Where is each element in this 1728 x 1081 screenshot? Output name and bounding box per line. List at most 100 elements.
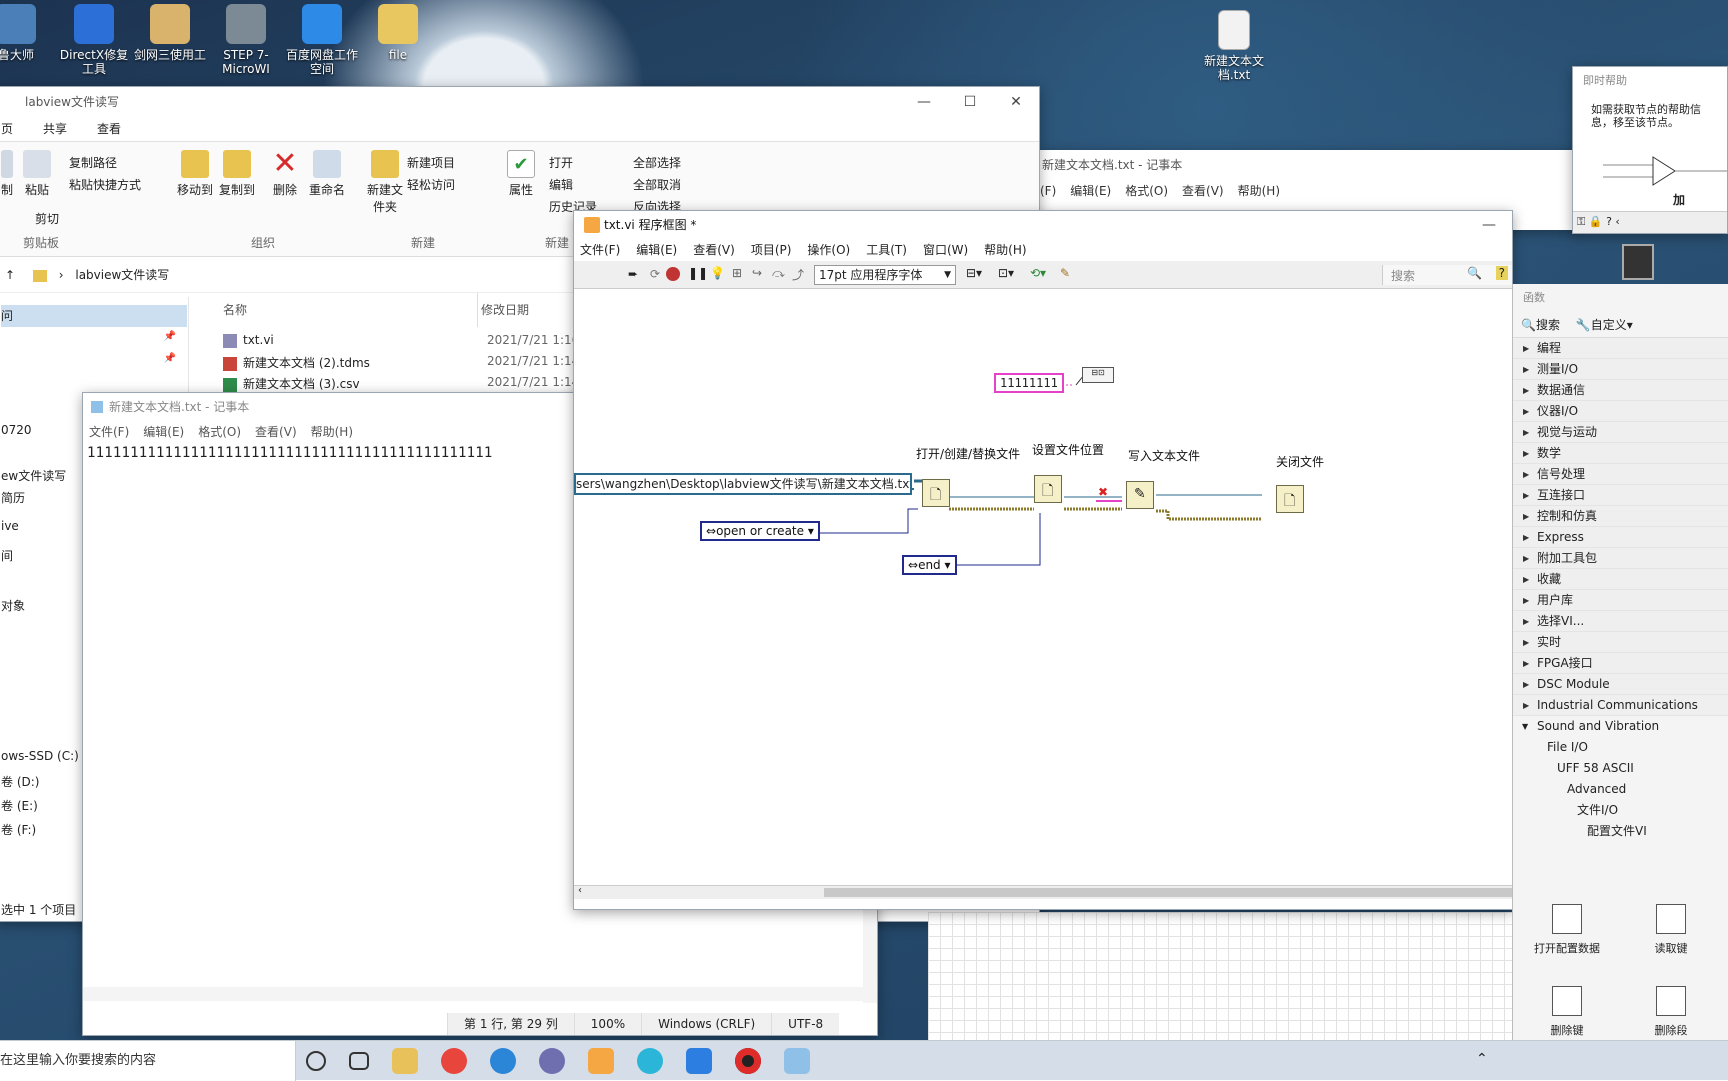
- palette-category[interactable]: 数据通信: [1513, 380, 1728, 401]
- palette-category[interactable]: DSC Module: [1513, 674, 1728, 695]
- palette-category[interactable]: 视觉与运动: [1513, 422, 1728, 443]
- palette-vi-read-key[interactable]: 读取键: [1631, 904, 1711, 956]
- nav-item-drive-d[interactable]: 卷 (D:): [1, 773, 39, 790]
- palette-category[interactable]: 附加工具包: [1513, 548, 1728, 569]
- help-icon[interactable]: ?: [1606, 215, 1612, 228]
- search-icon[interactable]: 🔍: [1467, 266, 1482, 280]
- menu-project[interactable]: 项目(P): [751, 239, 792, 261]
- palette-category[interactable]: 控制和仿真: [1513, 506, 1728, 527]
- tab-share[interactable]: 共享: [43, 117, 67, 141]
- palette-category[interactable]: Industrial Communications: [1513, 695, 1728, 716]
- abort-icon[interactable]: [666, 267, 680, 281]
- nav-item[interactable]: 对象: [1, 597, 25, 614]
- retain-wire-icon[interactable]: ⊞: [732, 266, 742, 280]
- pin-icon[interactable]: 📌: [164, 353, 176, 364]
- menu-operate[interactable]: 操作(O): [807, 239, 850, 261]
- taskbar-search-input[interactable]: 在这里输入你要搜索的内容: [0, 1053, 156, 1068]
- lock-icon[interactable]: ⚿: [1577, 215, 1585, 228]
- palette-category[interactable]: 实时: [1513, 632, 1728, 653]
- scrollbar-thumb[interactable]: [824, 888, 1512, 897]
- explorer-icon[interactable]: [392, 1048, 418, 1074]
- nav-item[interactable]: 问: [1, 305, 187, 327]
- nav-item[interactable]: 简历: [1, 489, 25, 506]
- close-file-node[interactable]: 🗋: [1276, 485, 1304, 513]
- minimize-button[interactable]: —: [901, 87, 947, 117]
- notepad-text-area[interactable]: 1111111111111111111111111111111111111111…: [87, 445, 493, 461]
- column-header-name[interactable]: 名称: [223, 301, 247, 318]
- menu-help[interactable]: 帮助(H): [1238, 180, 1280, 202]
- chevron-left-icon[interactable]: ‹: [578, 885, 582, 896]
- menu-format[interactable]: 格式(O): [1125, 180, 1168, 202]
- menu-format[interactable]: 格式(O): [198, 421, 241, 443]
- table-row[interactable]: 新建文本文档 (3).csv: [223, 375, 360, 392]
- tree-item[interactable]: File I/O: [1513, 737, 1728, 758]
- desktop-icon-directx[interactable]: DirectX修复工具: [58, 0, 130, 76]
- taskbar-search[interactable]: 在这里输入你要搜索的内容: [0, 1041, 296, 1081]
- table-row[interactable]: 新建文本文档 (2).tdms: [223, 354, 370, 371]
- palette-category[interactable]: 编程: [1513, 338, 1728, 359]
- nav-item-drive-e[interactable]: 卷 (E:): [1, 797, 38, 814]
- set-file-position-node[interactable]: 🗋: [1034, 475, 1062, 503]
- column-header-modified[interactable]: 修改日期: [481, 301, 529, 318]
- properties-button[interactable]: ✔ 属性: [507, 150, 535, 198]
- open-file-node[interactable]: 🗋: [922, 479, 950, 507]
- desktop-icon-step7[interactable]: STEP 7-MicroWI: [210, 0, 282, 76]
- pin-icon[interactable]: 📌: [164, 331, 176, 342]
- desktop-icon-baidu[interactable]: 百度网盘工作空间: [286, 0, 358, 76]
- menu-file[interactable]: 文件(F): [89, 421, 129, 443]
- path-constant[interactable]: sers\wangzhen\Desktop\labview文件读写\新建文本文档…: [574, 473, 912, 495]
- block-diagram-canvas[interactable]: 11111111 ⊟⊡ sers\wangzhen\Desktop\labvie…: [574, 289, 1512, 899]
- tray-chevron-up-icon[interactable]: ⌃: [1476, 1051, 1488, 1067]
- copy-to-button[interactable]: 复制到: [219, 150, 255, 198]
- palette-category[interactable]: 收藏: [1513, 569, 1728, 590]
- select-all-button[interactable]: 全部选择: [633, 152, 681, 174]
- labview-block-diagram-window[interactable]: txt.vi 程序框图 * — 文件(F) 编辑(E) 查看(V) 项目(P) …: [573, 210, 1513, 910]
- easy-access-button[interactable]: 轻松访问: [407, 174, 455, 196]
- nav-item[interactable]: 间: [1, 547, 13, 564]
- desktop-icon-ludashi[interactable]: 鲁大师: [0, 0, 52, 62]
- menu-window[interactable]: 窗口(W): [923, 239, 968, 261]
- pause-icon[interactable]: ❚❚: [688, 266, 708, 280]
- highlight-bulb-icon[interactable]: 💡: [710, 266, 725, 280]
- menu-edit[interactable]: 编辑(E): [143, 421, 184, 443]
- context-help-window[interactable]: 即时帮助 如需获取节点的帮助信息，移至该节点。 加 ⚿ 🔒 ? ‹: [1572, 66, 1728, 234]
- media-icon[interactable]: [588, 1048, 614, 1074]
- distribute-objects-icon[interactable]: ⊡▾: [998, 266, 1014, 280]
- enum-end[interactable]: ⇔end ▾: [902, 555, 957, 575]
- nav-item-drive-c[interactable]: ows-SSD (C:): [1, 749, 79, 763]
- desktop-icon-file[interactable]: file: [362, 0, 434, 62]
- palette-vi-open-config[interactable]: 打开配置数据: [1527, 904, 1607, 956]
- nav-item[interactable]: 0720: [1, 423, 32, 437]
- new-item-button[interactable]: 新建项目: [407, 152, 455, 174]
- menu-edit[interactable]: 编辑(E): [636, 239, 677, 261]
- tree-item[interactable]: UFF 58 ASCII: [1513, 758, 1728, 779]
- palette-customize-button[interactable]: 自定义▾: [1591, 318, 1633, 332]
- chrome-icon[interactable]: [441, 1048, 467, 1074]
- desktop-icon-txt[interactable]: 新建文本文档.txt: [1196, 6, 1272, 82]
- lock-icon[interactable]: 🔒: [1589, 215, 1603, 228]
- new-folder-button[interactable]: 新建文件夹: [367, 150, 403, 215]
- enum-open-or-create[interactable]: ⇔open or create ▾: [700, 521, 820, 541]
- menu-help[interactable]: 帮助(H): [311, 421, 353, 443]
- select-none-button[interactable]: 全部取消: [633, 174, 681, 196]
- search-box[interactable]: 搜索 🔍 ?: [1382, 265, 1512, 285]
- paste-shortcut-button[interactable]: 粘贴快捷方式: [69, 174, 141, 196]
- copy-button[interactable]: 制: [1, 150, 13, 198]
- table-row[interactable]: txt.vi: [223, 333, 274, 348]
- palette-category[interactable]: FPGA接口: [1513, 653, 1728, 674]
- tree-item[interactable]: Advanced: [1513, 779, 1728, 800]
- palette-category[interactable]: 信号处理: [1513, 464, 1728, 485]
- write-text-file-node[interactable]: ✎: [1126, 481, 1154, 509]
- chevron-left-icon[interactable]: ‹: [1615, 215, 1619, 228]
- nav-item[interactable]: ive: [1, 519, 19, 533]
- palette-category[interactable]: 选择VI...: [1513, 611, 1728, 632]
- horizontal-scrollbar[interactable]: ‹: [574, 885, 1512, 899]
- cleanup-diagram-icon[interactable]: ✎: [1060, 266, 1070, 280]
- tab-view[interactable]: 查看: [97, 117, 121, 141]
- palette-category[interactable]: 用户库: [1513, 590, 1728, 611]
- palette-category[interactable]: 仪器I/O: [1513, 401, 1728, 422]
- edge-icon[interactable]: [490, 1048, 516, 1074]
- up-arrow-icon[interactable]: ↑: [5, 268, 15, 282]
- move-to-button[interactable]: 移动到: [177, 150, 213, 198]
- palette-vi-delete-key[interactable]: 删除键: [1527, 986, 1607, 1038]
